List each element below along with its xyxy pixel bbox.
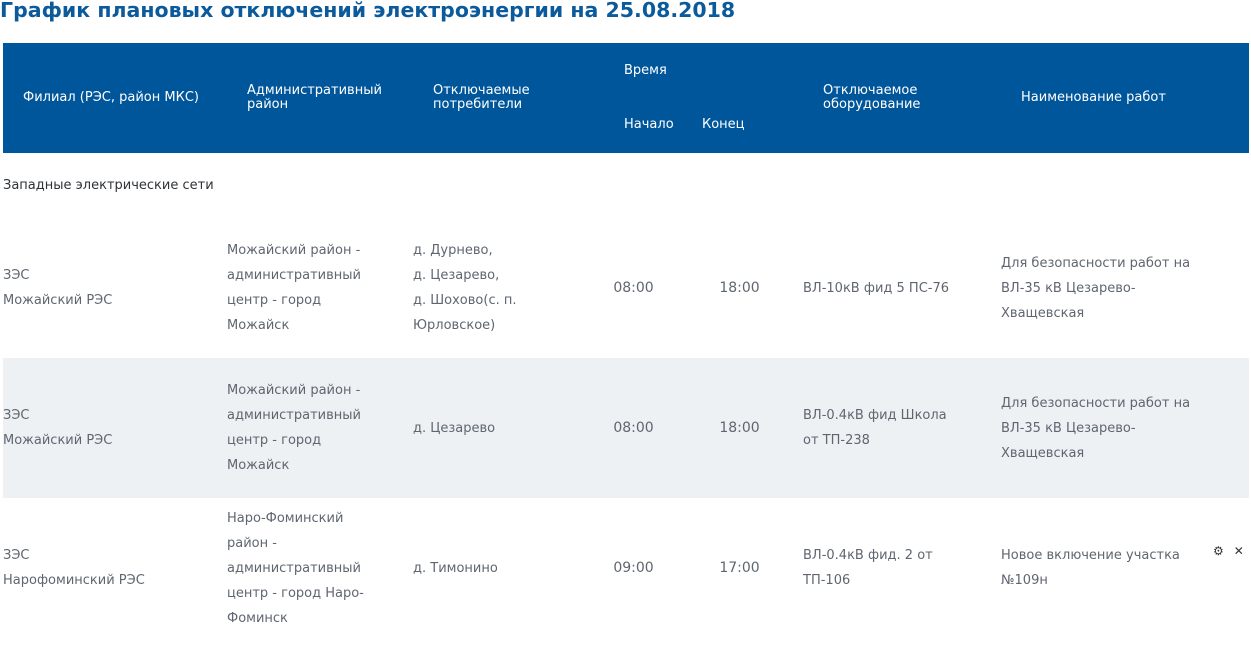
cell-equipment: ВЛ-0.4кВ фид Школа от ТП-238 [803,358,1002,498]
cell-equipment: ВЛ-0.4кВ фид. 2 от ТП-106 [803,498,1002,638]
cell-equipment-line: от ТП-238 [803,433,870,448]
cell-district-line: центр - город Наро- [227,585,364,601]
cell-branch-line: Нарофоминский РЭС [3,573,145,588]
cell-branch-line: ЗЭС [3,408,30,423]
gear-icon[interactable]: ⚙ [1213,540,1224,562]
cell-consumers-line: д. Тимонино [413,560,498,576]
cell-works-line: №109н [1001,573,1048,588]
cell-works-line: Новое включение участка [1001,548,1180,563]
cell-district-line: Можайский район - [227,243,361,258]
cell-end-time: 18:00 [686,358,804,498]
cell-consumers: д. Дурнево, д. Цезарево, д. Шохово(с. п. Юр… [413,218,609,358]
cell-district-line: район - [227,535,277,551]
cell-works: Для безопасности работ на ВЛ-35 кВ Цезаре… [1001,358,1250,498]
cell-consumers-line: Юрловское) [413,318,496,333]
cell-works-line: ВЛ-35 кВ Цезарево- [1001,280,1136,296]
table-header: Филиал (РЭС, район МКС) Административный… [3,43,1250,153]
cell-district-line: центр - город [227,293,322,308]
col-header-works: Наименование работ [1001,43,1250,153]
cell-works-line: Для безопасности работ на [1001,395,1191,411]
cell-end-time: 18:00 [686,218,804,358]
col-header-start: Начало [609,99,686,153]
table-row: ЗЭС Можайский РЭС Можайский район - админис… [3,218,1250,358]
section-title: Западные электрические сети [3,153,1250,218]
cell-branch-line: ЗЭС [3,548,30,563]
cell-branch-line: Можайский РЭС [3,293,113,308]
cell-start-time: 08:00 [609,218,686,358]
cell-works: Новое включение участка №109н [1001,498,1250,638]
cell-works-line: Для безопасности работ на [1001,255,1191,271]
cell-consumers-line: д. Цезарево [413,420,496,436]
col-header-consumers-line: потребители [433,97,523,112]
cell-district-line: административный [227,268,361,283]
cell-consumers-line: д. Цезарево, [413,268,500,283]
cell-consumers-line: д. Шохово(с. п. [413,293,517,308]
cell-district: Наро-Фоминский район - административный цен… [227,498,413,638]
cell-district-line: Фоминск [227,610,288,626]
cell-branch-line: Можайский РЭС [3,433,113,448]
cell-equipment-line: ВЛ-0.4кВ фид Школа [803,408,947,423]
col-header-consumers-line: Отключаемые [433,83,530,98]
cell-equipment-line: ТП-106 [803,573,851,588]
cell-equipment: ВЛ-10кВ фид 5 ПС-76 [803,218,1002,358]
cell-start-time: 09:00 [609,498,686,638]
cell-branch: ЗЭС Можайский РЭС [3,358,227,498]
cell-district-line: Можайск [227,458,290,473]
cell-district-line: центр - город [227,433,322,448]
section-row: Западные электрические сети [3,153,1250,218]
col-header-equipment: Отключаемое оборудование [803,43,1002,153]
cell-consumers: д. Тимонино [413,498,609,638]
col-header-consumers: Отключаемые потребители [413,43,609,153]
col-header-district: Административный район [227,43,413,153]
col-header-end: Конец [686,99,804,153]
cell-branch-line: ЗЭС [3,268,30,283]
cell-district: Можайский район - административный центр -… [227,358,413,498]
table-row: ЗЭС Можайский РЭС Можайский район - админис… [3,358,1250,498]
col-header-equipment-line: оборудование [823,97,921,112]
cell-equipment-line: ВЛ-0.4кВ фид. 2 от [803,548,933,563]
cell-district-line: Наро-Фоминский [227,510,344,526]
table-row: ЗЭС Нарофоминский РЭС Наро-Фоминский район … [3,498,1250,638]
close-icon[interactable]: ✕ [1234,540,1244,562]
cell-works-line: Хващевская [1001,445,1085,461]
cell-works-line: Хващевская [1001,305,1085,321]
col-header-branch: Филиал (РЭС, район МКС) [3,43,227,153]
cell-district: Можайский район - административный центр -… [227,218,413,358]
cell-branch: ЗЭС Можайский РЭС [3,218,227,358]
cell-works: Для безопасности работ на ВЛ-35 кВ Цезаре… [1001,218,1250,358]
cell-end-time: 17:00 [686,498,804,638]
outage-schedule-table: Филиал (РЭС, район МКС) Административный… [3,43,1250,638]
cell-start-time: 08:00 [609,358,686,498]
col-header-time: Время [609,43,804,99]
cell-branch: ЗЭС Нарофоминский РЭС [3,498,227,638]
cell-district-line: административный [227,560,361,576]
cell-equipment-line: ВЛ-10кВ фид 5 ПС-76 [803,280,950,296]
col-header-equipment-line: Отключаемое [823,83,918,98]
cell-district-line: административный [227,408,361,423]
cell-consumers-line: д. Дурнево, [413,243,493,258]
page-title: График плановых отключений электроэнерги… [0,0,736,22]
table-body: Западные электрические сети ЗЭС Можайский… [3,153,1250,638]
cell-district-line: Можайск [227,318,290,333]
cell-consumers: д. Цезарево [413,358,609,498]
cell-district-line: Можайский район - [227,383,361,398]
col-header-district-line: Административный [247,83,382,98]
col-header-district-line: район [247,97,289,112]
cell-works-line: ВЛ-35 кВ Цезарево- [1001,420,1136,436]
side-controls: ⚙ ✕ [1213,540,1251,562]
